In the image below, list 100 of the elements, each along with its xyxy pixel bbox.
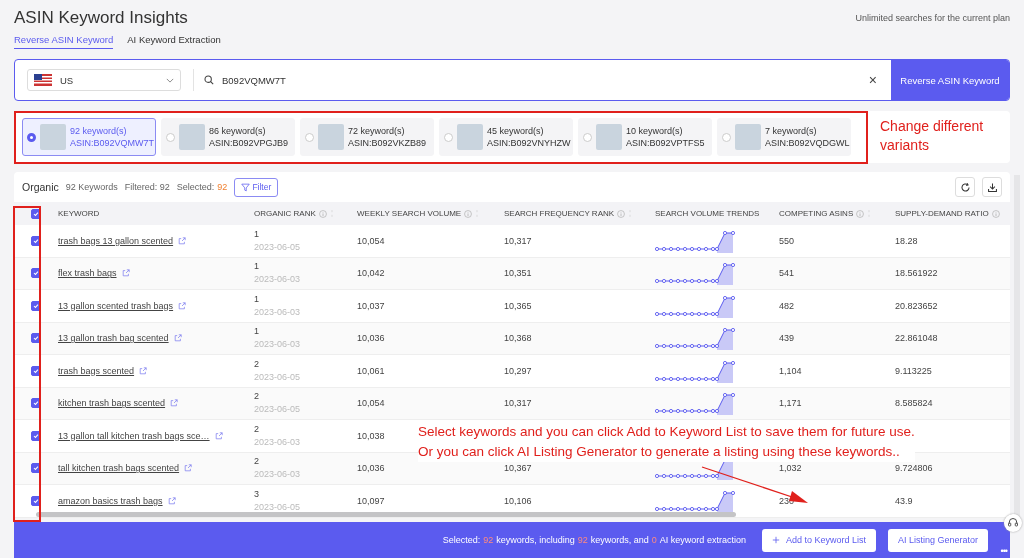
table-cell: 10,368 (504, 333, 532, 344)
column-header: ORGANIC RANK (254, 209, 316, 218)
keyword-link[interactable]: 13 gallon trash bag scented (58, 333, 169, 344)
tab[interactable]: Reverse ASIN Keyword (14, 34, 114, 49)
table-cell: 439 (779, 333, 795, 344)
keyword-link[interactable]: kitchen trash bags scented (58, 398, 166, 409)
external-link-icon[interactable] (170, 399, 179, 408)
more-button[interactable]: ••• (1000, 546, 1007, 556)
variant-option[interactable]: 45 keyword(s) ASIN:B092VNYHZW (439, 118, 573, 156)
table-cell: 10,054 (357, 398, 385, 409)
column-header: SEARCH FREQUENCY RANK (504, 209, 615, 218)
rank-value: 1 (254, 325, 260, 339)
keyword-link[interactable]: flex trash bags (58, 268, 117, 279)
external-link-icon[interactable] (214, 431, 223, 440)
search-field[interactable]: B092VQMW7T (222, 74, 869, 86)
column-header: KEYWORD (58, 209, 100, 218)
table-cell: 1,104 (779, 365, 802, 376)
rank-date: 2023-06-05 (254, 403, 302, 417)
headset-icon[interactable] (1004, 514, 1022, 532)
row-checkbox[interactable] (31, 333, 41, 344)
add-to-keyword-list-button[interactable]: Add to Keyword List (761, 528, 876, 552)
row-checkbox[interactable] (31, 398, 41, 409)
external-link-icon[interactable] (121, 269, 130, 278)
external-link-icon[interactable] (139, 366, 148, 375)
variant-option[interactable]: 7 keyword(s) ASIN:B092VQDGWL (717, 118, 851, 156)
table-cell: 10,297 (504, 365, 532, 376)
external-link-icon[interactable] (178, 301, 187, 310)
country-select[interactable]: US (27, 69, 181, 91)
table-cell: 10,106 (504, 495, 532, 506)
tab[interactable]: AI Keyword Extraction (127, 34, 221, 49)
column-header: COMPETING ASINS (779, 209, 854, 218)
table-cell: 482 (779, 300, 795, 311)
rank-value: 2 (254, 357, 260, 371)
selected-label: Selected: (176, 182, 215, 192)
rank-date: 2023-06-03 (254, 435, 302, 449)
external-link-icon[interactable] (173, 334, 182, 343)
photo-placeholder (596, 124, 622, 150)
external-link-icon[interactable] (184, 464, 193, 473)
info-icon (318, 209, 327, 218)
ai-listing-generator-button[interactable]: AI Listing Generator (887, 528, 988, 552)
info-icon (856, 209, 865, 218)
download-button[interactable] (982, 177, 1002, 197)
column-header: WEEKLY SEARCH VOLUME (357, 209, 462, 218)
table-cell: 1,171 (779, 398, 802, 409)
table-cell: 10,036 (357, 333, 385, 344)
keyword-link[interactable]: 13 gallon scented trash bags (58, 300, 174, 311)
rank-value: 1 (254, 227, 260, 241)
flag-icon (34, 74, 52, 86)
filter-icon (241, 182, 251, 192)
rank-date: 2023-06-05 (254, 240, 302, 254)
refresh-button[interactable] (955, 177, 975, 197)
radio-button[interactable] (27, 132, 36, 142)
reverse-asin-button[interactable]: Reverse ASIN Keyword (891, 60, 1009, 100)
rank-value: 1 (254, 260, 260, 274)
table-cell: 10,061 (357, 365, 385, 376)
section-label: Organic (22, 181, 59, 193)
column-header: SEARCH VOLUME TRENDS (655, 209, 760, 218)
refresh-icon (959, 181, 971, 193)
row-checkbox[interactable] (31, 268, 41, 279)
keyword-link[interactable]: trash bags scented (58, 365, 135, 376)
row-checkbox[interactable] (31, 300, 41, 311)
keyword-count: 92 Keywords (65, 182, 118, 192)
annotation-text: Select keywords and you can click Add to Keyword List to save them for future use. (418, 423, 915, 441)
clear-button[interactable]: × (868, 72, 877, 88)
table-cell: 10,317 (504, 398, 532, 409)
table-cell: 18.28 (895, 235, 918, 246)
keyword-link[interactable]: tall kitchen trash bags scented (58, 463, 180, 474)
rank-date: 2023-06-03 (254, 305, 302, 319)
keyword-link[interactable]: 13 gallon tall kitchen trash bags sce… (58, 430, 210, 441)
search-icon (204, 75, 214, 85)
keyword-link[interactable]: amazon basics trash bags (58, 495, 163, 506)
rank-date: 2023-06-05 (254, 370, 302, 384)
rank-date: 2023-06-05 (254, 500, 302, 514)
variant-option[interactable]: 92 keyword(s) ASIN:B092VQMW7T (22, 118, 156, 156)
row-checkbox[interactable] (31, 365, 41, 376)
table-cell: 10,365 (504, 300, 532, 311)
variant-option[interactable]: 86 keyword(s) ASIN:B092VPGJB9 (161, 118, 295, 156)
row-checkbox[interactable] (31, 495, 41, 506)
table-cell: 10,042 (357, 268, 385, 279)
photo-placeholder (318, 124, 344, 150)
row-checkbox[interactable] (31, 463, 41, 474)
row-checkbox[interactable] (31, 235, 41, 246)
filter-button[interactable]: Filter (234, 177, 279, 197)
table-cell: 18.561922 (895, 268, 938, 279)
scrollbar[interactable] (36, 511, 736, 517)
variant-option[interactable]: 10 keyword(s) ASIN:B092VPTFS5 (578, 118, 712, 156)
table-cell: 10,054 (357, 235, 385, 246)
select-all-checkbox[interactable] (31, 208, 41, 219)
keyword-link[interactable]: trash bags 13 gallon scented (58, 235, 174, 246)
table-cell: 9.724806 (895, 463, 933, 474)
row-checkbox[interactable] (31, 430, 41, 441)
annotation-text: Or you can click AI Listing Generator to generate a listing using these keywords.. (418, 443, 901, 461)
table-cell: 20.823652 (895, 300, 938, 311)
table-cell: 10,036 (357, 463, 385, 474)
table-cell: 10,038 (357, 430, 385, 441)
info-icon (617, 209, 626, 218)
external-link-icon[interactable] (167, 496, 176, 505)
external-link-icon[interactable] (178, 236, 187, 245)
table-cell: 9.113225 (895, 365, 932, 376)
variant-option[interactable]: 72 keyword(s) ASIN:B092VKZB89 (300, 118, 434, 156)
